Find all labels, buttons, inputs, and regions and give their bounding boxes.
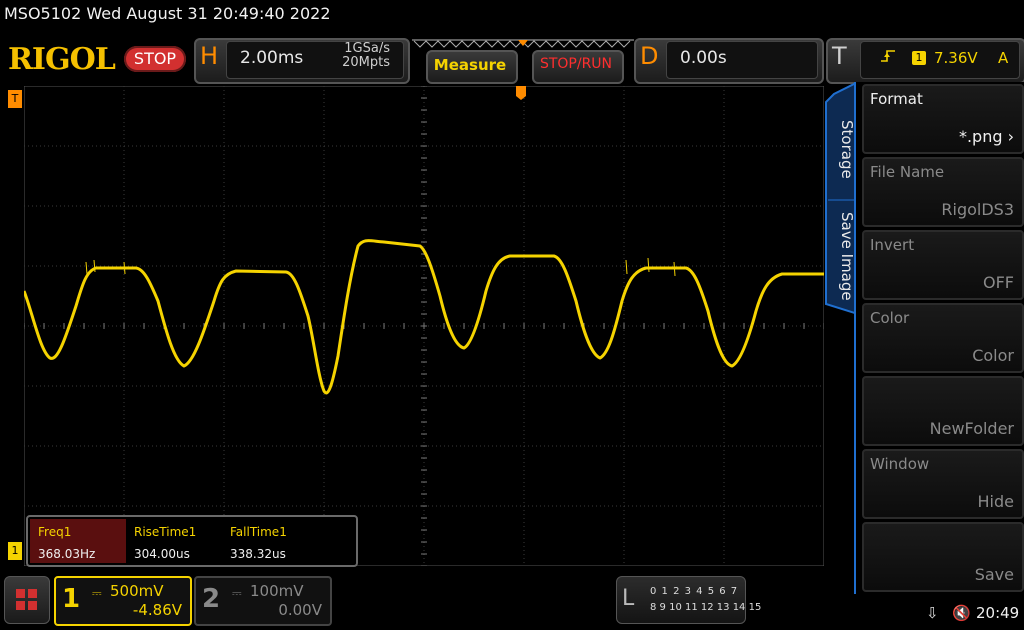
channel-2-scale: 100mV <box>250 582 304 600</box>
menu-item-value: RigolDS3 <box>941 200 1014 219</box>
side-menu: Format *.png › File Name RigolDS3 Invert… <box>854 82 1024 594</box>
run-state-badge[interactable]: STOP <box>124 46 186 72</box>
delay-letter: D <box>640 42 659 70</box>
menu-item-color[interactable]: Color Color <box>862 303 1024 373</box>
channel-2-number: 2 <box>202 584 221 614</box>
menu-item-title: File Name <box>870 163 945 181</box>
menu-item-format[interactable]: Format *.png › <box>862 84 1024 154</box>
menu-item-value: NewFolder <box>929 419 1014 438</box>
delay-value: 0.00s <box>680 48 727 68</box>
logic-channels-row-2: 8 9 10 11 12 13 14 15 <box>650 602 762 613</box>
waveform-display[interactable] <box>24 86 824 566</box>
measurement-name: RiseTime1 <box>134 525 197 539</box>
measurement-name: Freq1 <box>38 525 72 539</box>
menu-item-title: Format <box>870 90 923 108</box>
grid-menu-icon <box>16 589 37 610</box>
channel-1-number: 1 <box>62 584 81 614</box>
usb-icon: ⇩ <box>926 604 939 622</box>
trigger-level: 7.36V <box>934 49 978 67</box>
menu-item-value: Save <box>974 565 1014 584</box>
dc-coupling-icon: ⎓ <box>92 586 102 600</box>
menu-item-value: Hide <box>977 492 1014 511</box>
main-menu-button[interactable] <box>4 576 50 624</box>
tab-storage[interactable]: Storage <box>826 120 856 200</box>
measurement-value: 304.00us <box>134 547 190 561</box>
chevron-right-icon: › <box>1002 127 1014 146</box>
horizontal-letter: H <box>200 42 219 70</box>
menu-item-title: Invert <box>870 236 915 254</box>
trigger-source-badge: 1 <box>912 51 926 65</box>
menu-item-value: OFF <box>983 273 1014 292</box>
speaker-muted-icon[interactable]: 🔇 <box>952 604 971 622</box>
system-clock: 20:49 <box>976 604 1020 622</box>
stop-run-button-label: STOP/RUN <box>539 56 613 72</box>
channel-1-scale: 500mV <box>110 582 164 600</box>
memory-position-ruler <box>412 39 634 48</box>
measurement-freq[interactable]: Freq1 368.03Hz <box>30 519 126 563</box>
sample-rate: 1GSa/s <box>344 41 390 56</box>
dc-coupling-icon: ⎓ <box>232 586 242 600</box>
logic-channels-row-1: 0 1 2 3 4 5 6 7 <box>650 586 739 597</box>
trigger-level-marker[interactable]: T <box>8 90 22 108</box>
menu-item-value: Color <box>972 346 1014 365</box>
menu-item-window[interactable]: Window Hide <box>862 449 1024 519</box>
logic-analyzer-panel[interactable] <box>616 576 746 624</box>
channel-1-offset: -4.86V <box>132 601 182 619</box>
measure-button-label: Measure <box>433 56 507 74</box>
trigger-letter: T <box>832 42 847 70</box>
timebase-value: 2.00ms <box>240 48 304 68</box>
tab-save-image[interactable]: Save Image <box>826 212 856 308</box>
menu-item-value: *.png › <box>958 127 1014 146</box>
menu-item-title: Window <box>870 455 930 473</box>
measurement-fall-time[interactable]: FallTime1 338.32us <box>222 519 318 563</box>
memory-depth: 20Mpts <box>342 55 390 70</box>
measurement-name: FallTime1 <box>230 525 287 539</box>
rigol-logo: RIGOL <box>8 42 116 77</box>
rising-edge-icon <box>880 48 896 68</box>
trigger-mode: A <box>998 49 1009 67</box>
logic-analyzer-letter: L <box>622 586 635 611</box>
measurement-value: 338.32us <box>230 547 286 561</box>
menu-item-save[interactable]: Save <box>862 522 1024 592</box>
channel-1-offset-marker[interactable]: 1 <box>8 542 22 560</box>
status-title: MSO5102 Wed August 31 20:49:40 2022 <box>4 4 331 23</box>
menu-item-invert[interactable]: Invert OFF <box>862 230 1024 300</box>
sample-rate-readout: 1GSa/s 20Mpts <box>330 42 390 70</box>
menu-item-file-name[interactable]: File Name RigolDS3 <box>862 157 1024 227</box>
measurement-value: 368.03Hz <box>38 547 96 561</box>
menu-item-new-folder[interactable]: NewFolder <box>862 376 1024 446</box>
measurement-results-panel[interactable]: Freq1 368.03Hz RiseTime1 304.00us FallTi… <box>26 515 358 567</box>
measurement-rise-time[interactable]: RiseTime1 304.00us <box>126 519 222 563</box>
menu-item-title: Color <box>870 309 910 327</box>
channel-2-offset: 0.00V <box>278 601 322 619</box>
